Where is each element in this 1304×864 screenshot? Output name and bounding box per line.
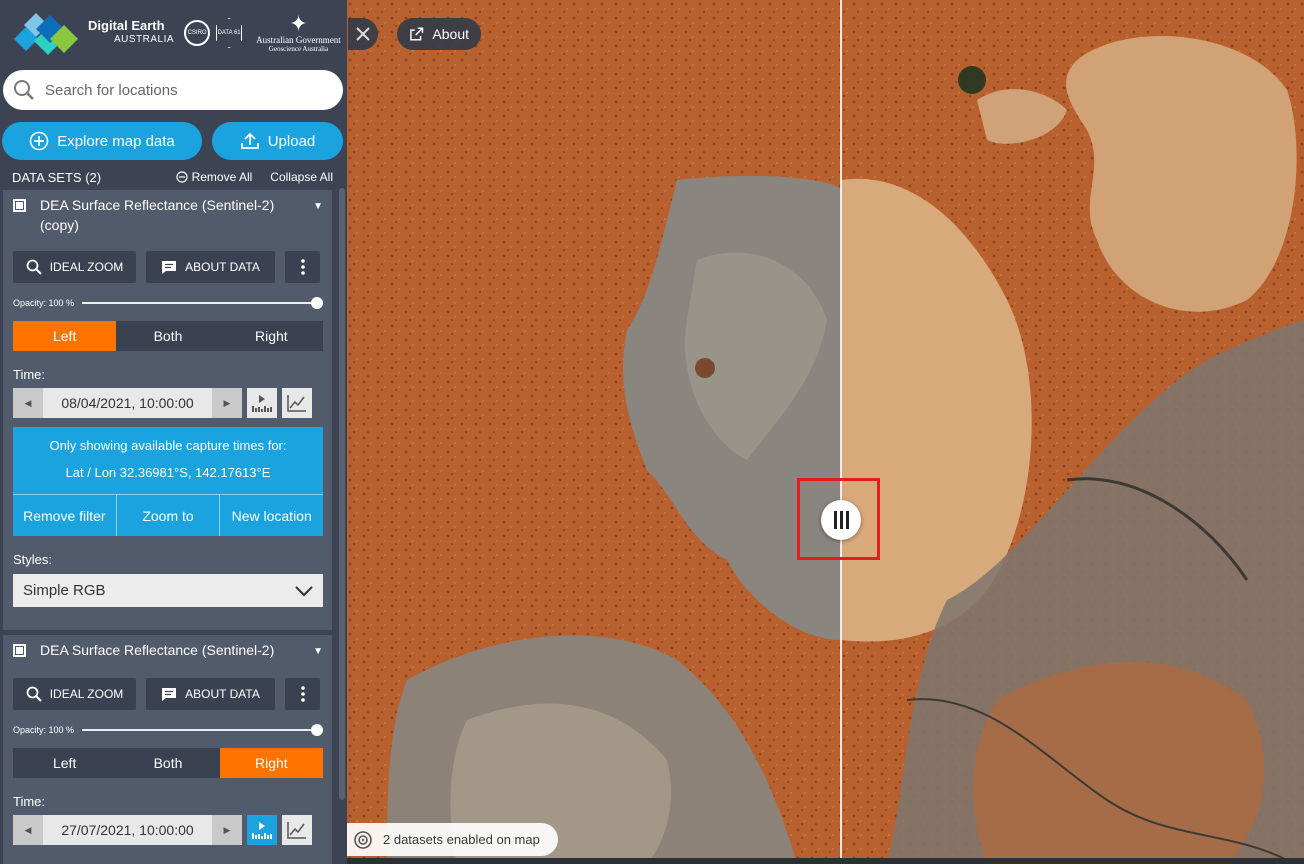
item-name: DEA Surface Reflectance (Sentinel-2) (40, 642, 275, 658)
play-right-icon: ▶ (223, 397, 231, 408)
new-location-button[interactable]: New location (219, 495, 323, 536)
upload-button[interactable]: Upload (212, 122, 343, 160)
search-input[interactable] (45, 81, 325, 99)
kebab-icon (300, 259, 305, 275)
comment-icon (162, 687, 177, 701)
timeline-button[interactable] (247, 815, 277, 845)
remove-all-button[interactable]: Remove All (175, 170, 252, 184)
minus-circle-icon (175, 171, 188, 183)
close-icon (356, 27, 370, 41)
next-time-button[interactable]: ▶ (212, 388, 242, 418)
data61-logo: DATA 61 (216, 18, 243, 48)
datasets-header: DATA SETS (2) Remove All Collapse All (0, 163, 347, 191)
more-options-button[interactable] (285, 251, 320, 283)
time-label: Time: (13, 367, 46, 382)
split-selector: Left Both Right (13, 748, 323, 778)
kebab-icon (300, 686, 305, 702)
magnifier-icon (26, 259, 42, 275)
satellite-imagery (347, 0, 1304, 864)
brand-header: Digital Earth AUSTRALIA CSIRO DATA 61 ✦ … (0, 0, 347, 66)
visibility-checkbox[interactable] (13, 644, 26, 657)
workbench-scrollbar[interactable] (339, 188, 345, 800)
opacity-slider-knob[interactable] (311, 297, 323, 309)
time-filter-box: Only showing available capture times for… (13, 427, 323, 536)
about-data-button[interactable]: ABOUT DATA (146, 678, 275, 710)
style-select[interactable]: Simple RGB (13, 574, 323, 607)
layers-icon (354, 830, 372, 849)
upload-icon (240, 132, 259, 149)
styles-label: Styles: (13, 552, 53, 567)
next-time-button[interactable]: ▶ (212, 815, 242, 845)
csiro-logo: CSIRO (184, 20, 211, 46)
brand-logo-icon (14, 13, 78, 55)
collapse-all-button[interactable]: Collapse All (270, 170, 333, 184)
time-control: ◀ 08/04/2021, 10:00:00 ▶ (13, 388, 242, 418)
more-options-button[interactable] (285, 678, 320, 710)
split-both-button[interactable]: Both (116, 321, 220, 351)
datasets-enabled-pill[interactable]: 2 datasets enabled on map (347, 823, 558, 856)
ideal-zoom-button[interactable]: IDEAL ZOOM (13, 251, 136, 283)
chart-button[interactable] (282, 388, 312, 418)
opacity-label: Opacity: 100 % (13, 725, 75, 735)
search-bar[interactable] (3, 70, 343, 110)
time-value[interactable]: 27/07/2021, 10:00:00 (43, 815, 212, 845)
datasets-title: DATA SETS (2) (12, 169, 102, 185)
chart-button[interactable] (282, 815, 312, 845)
play-left-icon: ◀ (24, 397, 32, 408)
opacity-slider-knob[interactable] (311, 724, 323, 736)
previous-time-button[interactable]: ◀ (13, 388, 43, 418)
split-selector: Left Both Right (13, 321, 323, 351)
gov-logo: ✦ Australian Government Geoscience Austr… (256, 11, 341, 54)
search-icon (14, 80, 34, 100)
about-data-button[interactable]: ABOUT DATA (146, 251, 275, 283)
brand-name: Digital Earth AUSTRALIA (88, 18, 175, 46)
plus-circle-icon (29, 131, 49, 151)
chevron-down-icon (295, 585, 313, 596)
opacity-slider[interactable] (82, 297, 323, 309)
comment-icon (162, 260, 177, 274)
split-right-button[interactable]: Right (219, 321, 323, 351)
time-value[interactable]: 08/04/2021, 10:00:00 (43, 388, 212, 418)
timeline-button[interactable] (247, 388, 277, 418)
external-link-icon (410, 27, 424, 41)
play-right-icon: ▶ (223, 824, 231, 835)
split-right-button[interactable]: Right (219, 748, 323, 778)
highlight-box (797, 478, 880, 560)
opacity-slider[interactable] (82, 724, 323, 736)
line-chart-icon (287, 822, 306, 839)
datasets-enabled-text: 2 datasets enabled on map (383, 832, 540, 847)
visibility-checkbox[interactable] (13, 199, 26, 212)
filter-location: Lat / Lon 32.36981°S, 142.17613°E (65, 465, 271, 480)
time-label: Time: (13, 794, 46, 809)
time-control: ◀ 27/07/2021, 10:00:00 ▶ (13, 815, 242, 845)
item-name: DEA Surface Reflectance (Sentinel-2) (co… (40, 197, 275, 233)
ideal-zoom-button[interactable]: IDEAL ZOOM (13, 678, 136, 710)
chevron-down-icon[interactable]: ▼ (303, 640, 323, 662)
opacity-label: Opacity: 100 % (13, 298, 75, 308)
split-both-button[interactable]: Both (116, 748, 220, 778)
split-left-button[interactable]: Left (13, 321, 117, 351)
about-button[interactable]: About (397, 18, 481, 50)
crest-icon: ✦ (289, 11, 308, 36)
explore-map-data-button[interactable]: Explore map data (2, 122, 202, 160)
map-bottom-bar (347, 858, 1304, 864)
map-view[interactable]: About 2 datasets enabled on map (347, 0, 1304, 864)
chevron-down-icon[interactable]: ▼ (303, 195, 323, 217)
remove-filter-button[interactable]: Remove filter (13, 495, 116, 536)
workbench-item: DEA Surface Reflectance (Sentinel-2) (co… (3, 190, 332, 630)
previous-time-button[interactable]: ◀ (13, 815, 43, 845)
about-label: About (432, 26, 469, 42)
bar-chart-icon (252, 395, 272, 412)
split-left-button[interactable]: Left (13, 748, 117, 778)
workbench-sidebar: Digital Earth AUSTRALIA CSIRO DATA 61 ✦ … (0, 0, 347, 864)
workbench-item: DEA Surface Reflectance (Sentinel-2) ▼ I… (3, 635, 332, 864)
bar-chart-icon (252, 822, 272, 839)
line-chart-icon (287, 395, 306, 412)
zoom-to-button[interactable]: Zoom to (115, 495, 220, 536)
filter-message: Only showing available capture times for… (49, 438, 287, 453)
style-value: Simple RGB (23, 582, 106, 599)
play-left-icon: ◀ (24, 824, 32, 835)
magnifier-icon (26, 686, 42, 702)
split-divider[interactable] (840, 0, 842, 864)
